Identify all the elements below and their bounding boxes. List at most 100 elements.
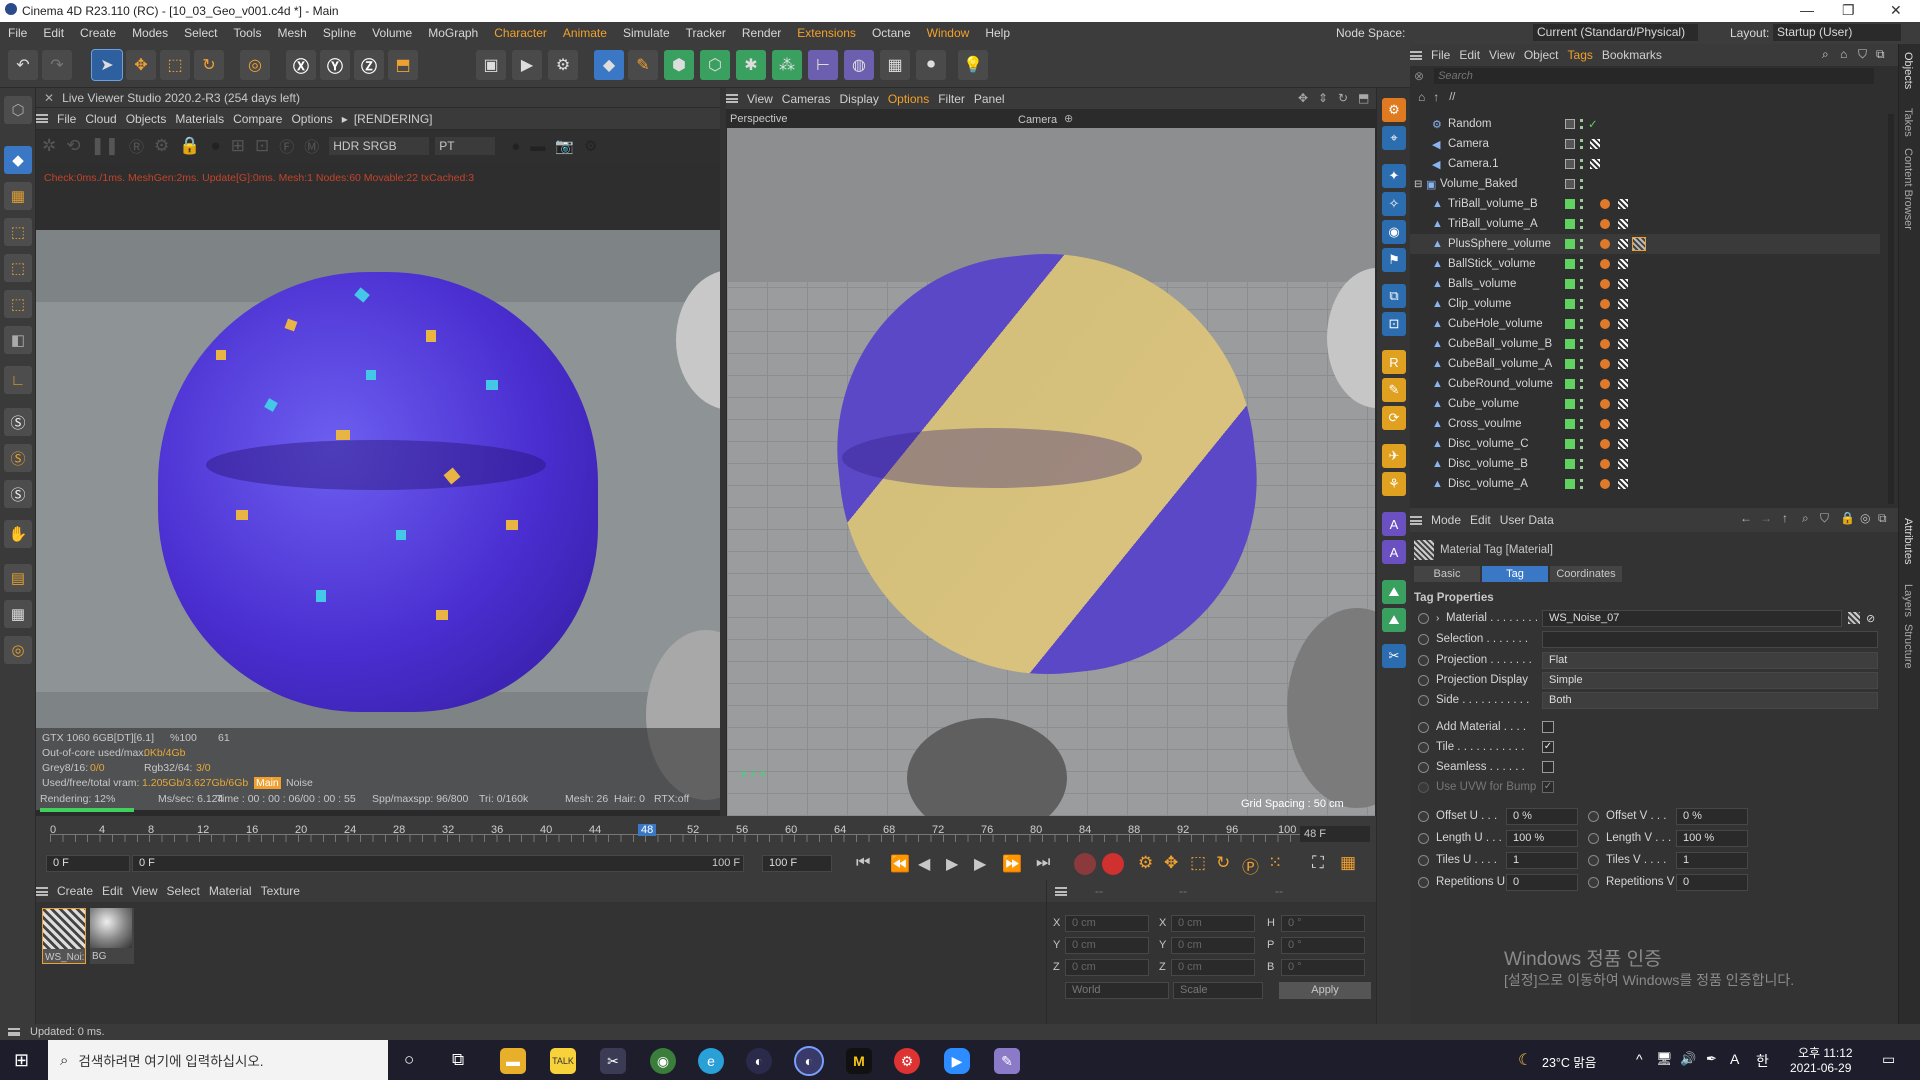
visibility-toggle[interactable] bbox=[1565, 299, 1575, 309]
octane-volume-icon[interactable]: ⚘ bbox=[1382, 472, 1406, 496]
windows-start-icon[interactable]: ⊞ bbox=[14, 1050, 29, 1071]
om-menu-view[interactable]: View bbox=[1489, 48, 1515, 62]
rect-icon[interactable]: ▬ bbox=[530, 138, 545, 155]
menu-mograph[interactable]: MoGraph bbox=[428, 26, 478, 40]
material-link-field[interactable]: WS_Noise_07 bbox=[1542, 610, 1842, 627]
menu-mesh[interactable]: Mesh bbox=[277, 26, 306, 40]
uv-mode-icon[interactable]: ◧ bbox=[4, 326, 32, 354]
maximize-icon[interactable]: ❐ bbox=[1842, 2, 1855, 19]
animate-radio[interactable] bbox=[1418, 633, 1429, 645]
render-settings-icon[interactable]: ⚙ bbox=[548, 50, 578, 80]
animate-radio[interactable] bbox=[1418, 694, 1429, 706]
object-row[interactable]: ▲ TriBall_volume_A bbox=[1410, 214, 1880, 234]
menu-volume[interactable]: Volume bbox=[372, 26, 412, 40]
object-row[interactable]: ▲ Cross_voulme bbox=[1410, 414, 1880, 434]
lv-menu-options[interactable]: Options bbox=[291, 112, 332, 126]
projection-display-select[interactable]: Simple bbox=[1542, 672, 1878, 689]
am-menu-user-data[interactable]: User Data bbox=[1500, 513, 1554, 527]
hamburger-icon[interactable] bbox=[1410, 50, 1422, 60]
material-tag-icon[interactable] bbox=[1618, 339, 1628, 349]
menu-character[interactable]: Character bbox=[494, 26, 547, 40]
goto-end-icon[interactable]: ⏭ bbox=[1036, 854, 1050, 872]
goto-start-icon[interactable]: ⏮ bbox=[856, 854, 870, 872]
object-row[interactable]: ▲ CubeBall_volume_B bbox=[1410, 334, 1880, 354]
phong-tag-icon[interactable] bbox=[1600, 399, 1610, 409]
material-tag-icon[interactable] bbox=[1618, 319, 1628, 329]
pen-icon[interactable]: ✎ bbox=[628, 50, 658, 80]
rot-h-field[interactable]: 0 ° bbox=[1281, 915, 1365, 932]
gear2-icon[interactable]: ⚙ bbox=[584, 137, 597, 155]
kakaotalk-icon[interactable]: TALK bbox=[550, 1048, 576, 1074]
floor-icon[interactable]: ▦ bbox=[880, 50, 910, 80]
render-toggle[interactable] bbox=[1580, 139, 1584, 149]
octane-imager-icon[interactable]: ⛰ bbox=[1382, 608, 1406, 632]
selected-material-tag-icon[interactable] bbox=[1632, 237, 1646, 251]
fcurve-icon[interactable]: ⛶ bbox=[1312, 853, 1324, 873]
material-tag-icon[interactable] bbox=[1618, 199, 1628, 209]
tab-coordinates[interactable]: Coordinates bbox=[1550, 566, 1622, 582]
quantize-icon[interactable]: Ⓢ bbox=[4, 480, 32, 508]
home-icon[interactable]: ⌂ bbox=[1840, 47, 1847, 61]
material-tag-icon[interactable] bbox=[1618, 359, 1628, 369]
octane-daylight-icon[interactable]: ✧ bbox=[1382, 192, 1406, 216]
repetitions-v-field[interactable]: 0 bbox=[1676, 874, 1748, 891]
clock-time[interactable]: 오후 11:12 bbox=[1798, 1044, 1853, 1061]
minimize-icon[interactable]: — bbox=[1800, 2, 1814, 18]
tiles-v-field[interactable]: 1 bbox=[1676, 852, 1748, 869]
settings-icon[interactable]: ✲ bbox=[42, 136, 56, 156]
object-row[interactable]: ◀ Camera.1 bbox=[1410, 154, 1880, 174]
octane-light-icon[interactable]: ✦ bbox=[1382, 164, 1406, 188]
om-menu-bookmarks[interactable]: Bookmarks bbox=[1602, 48, 1662, 62]
menu-create[interactable]: Create bbox=[80, 26, 116, 40]
object-row[interactable]: ▲ CubeHole_volume bbox=[1410, 314, 1880, 334]
lv-menu-cloud[interactable]: Cloud bbox=[85, 112, 116, 126]
animate-radio[interactable] bbox=[1418, 781, 1429, 793]
animate-radio[interactable] bbox=[1418, 761, 1429, 773]
octane-settings-icon[interactable]: ⚙ bbox=[1382, 98, 1406, 122]
clay-icon[interactable]: ⊡ bbox=[255, 136, 269, 156]
up-arrow-icon[interactable]: ↑ bbox=[1433, 90, 1439, 104]
object-search-input[interactable] bbox=[1434, 68, 1875, 84]
animate-radio[interactable] bbox=[1418, 741, 1429, 753]
lock-icon[interactable]: 🔒 bbox=[179, 136, 200, 156]
lv-menu-materials[interactable]: Materials bbox=[175, 112, 224, 126]
menu-edit[interactable]: Edit bbox=[43, 26, 64, 40]
render-toggle[interactable] bbox=[1580, 119, 1584, 129]
object-row[interactable]: ▲ Cube_volume bbox=[1410, 394, 1880, 414]
target-icon[interactable]: ◎ bbox=[1860, 511, 1870, 525]
move-tool-icon[interactable]: ✥ bbox=[126, 50, 156, 80]
octane-camera-icon[interactable]: ⌖ bbox=[1382, 126, 1406, 150]
model-mode-icon[interactable]: ◆ bbox=[4, 146, 32, 174]
workplane-icon[interactable]: ✋ bbox=[4, 520, 32, 548]
grid-icon[interactable]: ▤ bbox=[4, 564, 32, 592]
material-tag-icon[interactable] bbox=[1618, 479, 1628, 489]
am-menu-mode[interactable]: Mode bbox=[1431, 513, 1461, 527]
tab-tag[interactable]: Tag bbox=[1482, 566, 1548, 582]
tray-chevron-icon[interactable]: ^ bbox=[1636, 1051, 1643, 1067]
render-toggle[interactable] bbox=[1580, 279, 1584, 289]
tag-icon[interactable] bbox=[1590, 139, 1600, 149]
vp-menu-view[interactable]: View bbox=[747, 92, 773, 106]
animate-radio[interactable] bbox=[1588, 854, 1599, 866]
render-toggle[interactable] bbox=[1580, 319, 1584, 329]
snap-icon[interactable]: Ⓢ bbox=[4, 408, 32, 436]
projection-select[interactable]: Flat bbox=[1542, 652, 1878, 669]
tag-icon[interactable] bbox=[1590, 159, 1600, 169]
side-select[interactable]: Both bbox=[1542, 692, 1878, 709]
side-tab-objects[interactable]: Objects bbox=[1902, 52, 1914, 89]
rot-p-field[interactable]: 0 ° bbox=[1281, 937, 1365, 954]
octane-area-light-icon[interactable]: ⚑ bbox=[1382, 248, 1406, 272]
record-icon[interactable] bbox=[1074, 853, 1096, 875]
object-row[interactable]: ▲ Balls_volume bbox=[1410, 274, 1880, 294]
animate-radio[interactable] bbox=[1418, 721, 1429, 733]
end-frame-field[interactable]: 100 F bbox=[762, 855, 832, 872]
tag-noise[interactable]: Noise bbox=[286, 777, 313, 789]
visibility-toggle[interactable] bbox=[1565, 459, 1575, 469]
maximize-view-icon[interactable]: ⬒ bbox=[1358, 91, 1369, 105]
material-tag-icon[interactable] bbox=[1618, 259, 1628, 269]
scale-tool-icon[interactable]: ⬚ bbox=[160, 50, 190, 80]
camera-icon[interactable]: ⏺ bbox=[916, 50, 946, 80]
object-list-scrollbar[interactable] bbox=[1888, 114, 1894, 504]
object-row[interactable]: ▲ Disc_volume_A bbox=[1410, 474, 1880, 494]
phong-tag-icon[interactable] bbox=[1600, 279, 1610, 289]
